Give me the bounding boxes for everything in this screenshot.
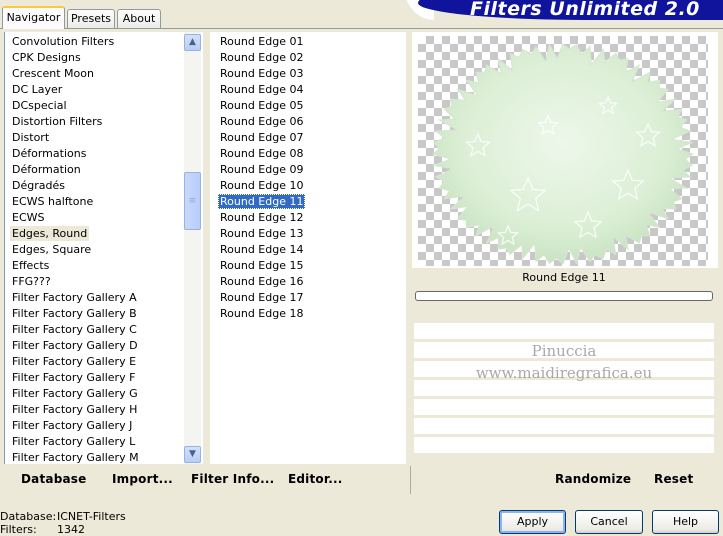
category-item[interactable]: Dégradés <box>10 178 67 193</box>
filter-item[interactable]: Round Edge 17 <box>218 290 305 305</box>
category-item[interactable]: Distortion Filters <box>10 114 104 129</box>
category-item[interactable]: Filter Factory Gallery H <box>10 402 139 417</box>
category-item[interactable]: Filter Factory Gallery J <box>10 418 134 433</box>
category-item[interactable]: FFG??? <box>10 274 53 289</box>
filter-item[interactable]: Round Edge 04 <box>218 82 305 97</box>
filter-item[interactable]: Round Edge 07 <box>218 130 305 145</box>
category-item[interactable]: Edges, Round <box>10 226 90 241</box>
filter-info-button[interactable]: Filter Info... <box>191 472 274 486</box>
reset-button[interactable]: Reset <box>654 472 693 486</box>
param-row <box>414 437 714 453</box>
param-row <box>414 418 714 434</box>
filter-item[interactable]: Round Edge 09 <box>218 162 305 177</box>
filter-item[interactable]: Round Edge 12 <box>218 210 305 225</box>
filter-item[interactable]: Round Edge 03 <box>218 66 305 81</box>
watermark: Pinuccia www.maidiregrafica.eu <box>414 340 714 384</box>
category-item[interactable]: Filter Factory Gallery A <box>10 290 139 305</box>
category-item[interactable]: Filter Factory Gallery E <box>10 354 138 369</box>
filter-item[interactable]: Round Edge 08 <box>218 146 305 161</box>
filter-item[interactable]: Round Edge 06 <box>218 114 305 129</box>
category-scrollbar[interactable]: ▲ ≡ ▼ <box>184 32 201 464</box>
status-database-value: ICNET-Filters <box>57 510 126 523</box>
preview-filter-name: Round Edge 11 <box>522 271 606 284</box>
preview-image <box>431 43 695 265</box>
filter-item[interactable]: Round Edge 13 <box>218 226 305 241</box>
filter-item[interactable]: Round Edge 01 <box>218 34 305 49</box>
category-item[interactable]: DCspecial <box>10 98 69 113</box>
status-filters-label: Filters: <box>0 523 37 536</box>
tab-divider <box>0 28 723 29</box>
watermark-line-1: Pinuccia <box>531 342 597 360</box>
tab-about[interactable]: About <box>117 9 161 28</box>
preview-progress-bar <box>415 291 713 301</box>
database-button[interactable]: Database <box>21 472 86 486</box>
import-button[interactable]: Import... <box>112 472 173 486</box>
cancel-button[interactable]: Cancel <box>575 510 643 534</box>
category-item[interactable]: Distort <box>10 130 51 145</box>
filter-item[interactable]: Round Edge 10 <box>218 178 305 193</box>
category-item[interactable]: Déformations <box>10 146 88 161</box>
tab-navigator[interactable]: Navigator <box>2 6 65 29</box>
category-item[interactable]: ECWS <box>10 210 47 225</box>
scroll-thumb[interactable]: ≡ <box>184 172 201 230</box>
status-filters-value: 1342 <box>57 523 85 536</box>
category-item[interactable]: Filter Factory Gallery B <box>10 306 139 321</box>
status-database-label: Database: <box>0 510 57 523</box>
category-item[interactable]: Déformation <box>10 162 83 177</box>
param-row <box>414 323 714 339</box>
category-item[interactable]: Edges, Square <box>10 242 93 257</box>
category-item[interactable]: Effects <box>10 258 51 273</box>
category-item[interactable]: Crescent Moon <box>10 66 96 81</box>
tab-presets[interactable]: Presets <box>67 9 115 28</box>
apply-button[interactable]: Apply <box>499 510 566 534</box>
category-item[interactable]: ECWS halftone <box>10 194 95 209</box>
randomize-button[interactable]: Randomize <box>555 472 631 486</box>
param-row <box>414 399 714 415</box>
category-item[interactable]: Filter Factory Gallery D <box>10 338 140 353</box>
filter-item[interactable]: Round Edge 18 <box>218 306 305 321</box>
category-item[interactable]: Filter Factory Gallery M <box>10 450 141 465</box>
filter-item[interactable]: Round Edge 11 <box>218 194 306 209</box>
watermark-line-2: www.maidiregrafica.eu <box>475 364 653 382</box>
toolbar-separator <box>410 466 411 494</box>
category-item[interactable]: Filter Factory Gallery G <box>10 386 140 401</box>
category-item[interactable]: Filter Factory Gallery C <box>10 322 139 337</box>
category-item[interactable]: Filter Factory Gallery L <box>10 434 137 449</box>
filter-item[interactable]: Round Edge 02 <box>218 50 305 65</box>
filter-item[interactable]: Round Edge 05 <box>218 98 305 113</box>
category-item[interactable]: Filter Factory Gallery F <box>10 370 137 385</box>
category-item[interactable]: Convolution Filters <box>10 34 116 49</box>
category-item[interactable]: CPK Designs <box>10 50 83 65</box>
filter-item[interactable]: Round Edge 14 <box>218 242 305 257</box>
arrow-up-icon[interactable]: ▲ <box>184 34 201 51</box>
arrow-down-icon[interactable]: ▼ <box>184 446 201 463</box>
filter-item[interactable]: Round Edge 16 <box>218 274 305 289</box>
help-button[interactable]: Help <box>652 510 719 534</box>
tab-bar: Navigator Presets About <box>0 0 723 29</box>
editor-button[interactable]: Editor... <box>288 472 343 486</box>
filter-item[interactable]: Round Edge 15 <box>218 258 305 273</box>
category-item[interactable]: DC Layer <box>10 82 64 97</box>
